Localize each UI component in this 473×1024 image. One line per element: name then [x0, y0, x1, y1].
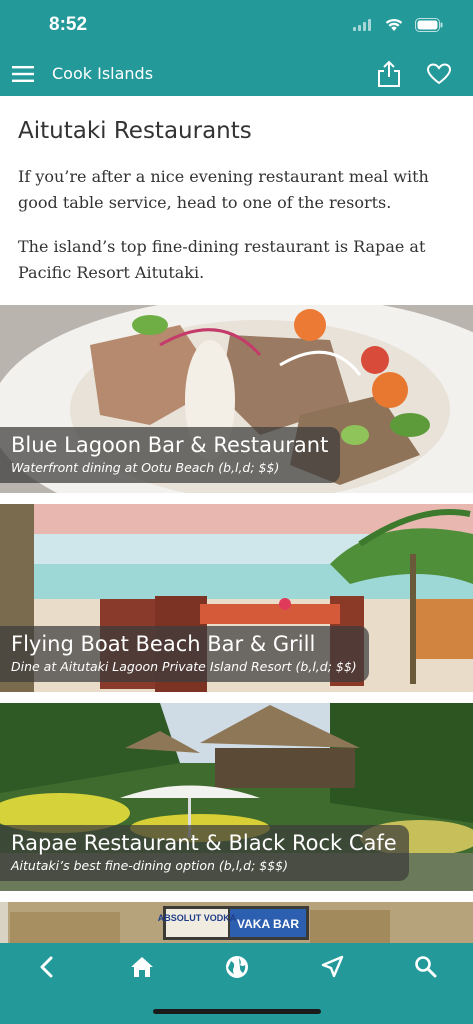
home-icon[interactable]	[128, 953, 156, 981]
sign-text-absolut: ABSOLUT VODKA	[158, 913, 237, 923]
favorite-heart-icon[interactable]	[426, 62, 452, 86]
globe-icon[interactable]	[223, 953, 251, 981]
restaurant-card-blue-lagoon[interactable]: Blue Lagoon Bar & Restaurant Waterfront …	[0, 305, 473, 493]
intro-paragraph: If you’re after a nice evening restauran…	[18, 167, 429, 212]
restaurant-card-vaka-bar[interactable]: ABSOLUT VODKA VAKA BAR	[0, 902, 473, 943]
restaurant-subtitle: Waterfront dining at Ootu Beach (b,l,d; …	[11, 460, 280, 475]
wifi-icon	[385, 18, 403, 31]
hamburger-menu-icon[interactable]	[12, 65, 34, 83]
share-icon[interactable]	[376, 60, 402, 88]
card-caption: Flying Boat Beach Bar & Grill Dine at Ai…	[0, 626, 369, 682]
app-title: Cook Islands	[52, 64, 154, 83]
restaurant-subtitle: Aitutaki’s best fine-dining option (b,l,…	[11, 858, 289, 873]
battery-icon	[415, 18, 443, 32]
fine-dining-paragraph: The island’s top fine-dining restaurant …	[18, 237, 426, 282]
cellular-signal-icon	[353, 19, 371, 31]
restaurant-name: Rapae Restaurant & Black Rock Cafe	[11, 831, 397, 855]
navigate-arrow-icon[interactable]	[318, 953, 346, 981]
home-indicator[interactable]	[153, 1009, 321, 1014]
back-icon[interactable]	[33, 953, 61, 981]
restaurant-card-flying-boat[interactable]: Flying Boat Beach Bar & Grill Dine at Ai…	[0, 504, 473, 692]
status-icons	[353, 18, 443, 32]
sign-text-vaka-bar: VAKA BAR	[237, 917, 299, 931]
restaurant-subtitle: Dine at Aitutaki Lagoon Private Island R…	[11, 659, 357, 674]
restaurant-name: Blue Lagoon Bar & Restaurant	[11, 433, 329, 457]
restaurant-photo: ABSOLUT VODKA VAKA BAR	[0, 902, 473, 943]
restaurant-card-rapae[interactable]: Rapae Restaurant & Black Rock Cafe Aitut…	[0, 703, 473, 891]
card-caption: Blue Lagoon Bar & Restaurant Waterfront …	[0, 427, 341, 483]
app-bar: Cook Islands	[0, 52, 473, 96]
status-bar: 8:52	[0, 0, 473, 52]
restaurant-name: Flying Boat Beach Bar & Grill	[11, 632, 316, 656]
status-time: 8:52	[49, 14, 88, 35]
search-icon[interactable]	[412, 953, 440, 981]
page-title: Aitutaki Restaurants	[18, 118, 252, 144]
card-caption: Rapae Restaurant & Black Rock Cafe Aitut…	[0, 825, 409, 881]
